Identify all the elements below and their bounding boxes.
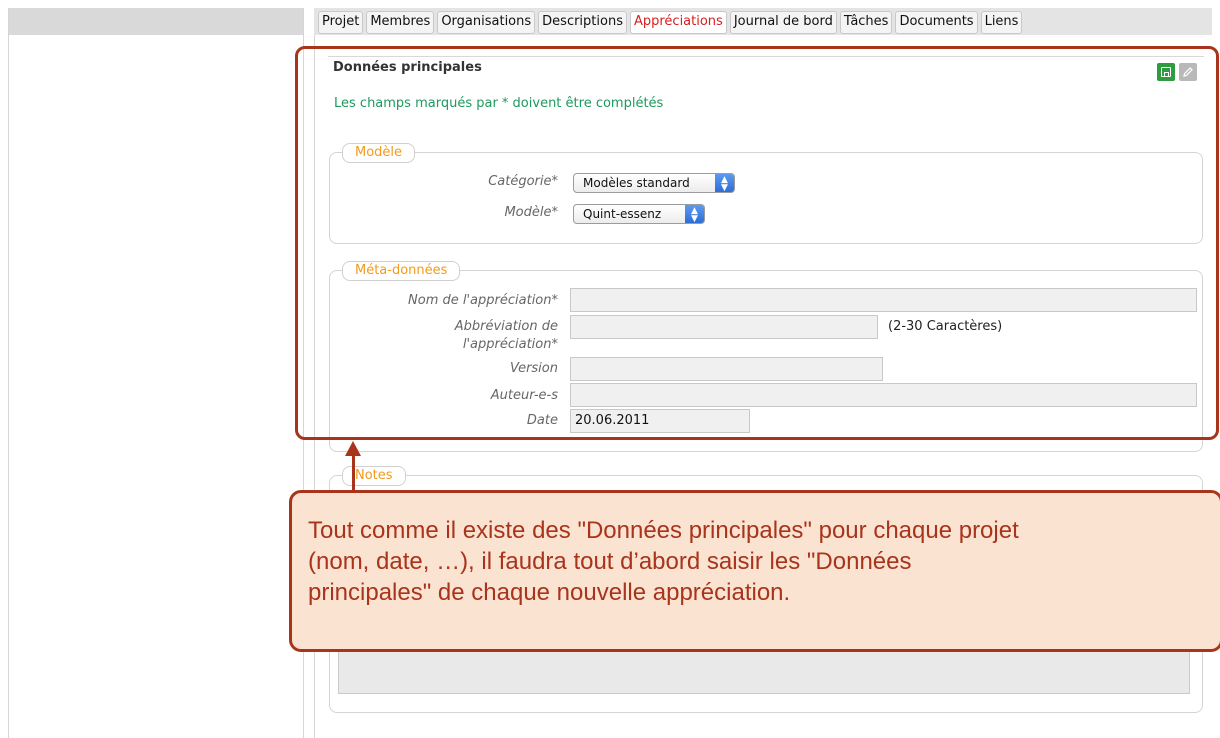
tab-projet[interactable]: Projet <box>318 11 364 34</box>
left-panel <box>8 8 304 738</box>
callout-line-1: Tout comme il existe des "Données princi… <box>308 517 1019 544</box>
tab-descriptions[interactable]: Descriptions <box>538 11 627 34</box>
tab-journal-de-bord[interactable]: Journal de bord <box>729 11 837 34</box>
left-panel-header <box>9 8 303 35</box>
callout-line-3: principales" de chaque nouvelle apprécia… <box>308 579 791 606</box>
tab-appreciations[interactable]: Appréciations <box>629 11 727 34</box>
tabs: Projet Membres Organisations Description… <box>318 11 1023 34</box>
tab-membres[interactable]: Membres <box>366 11 435 34</box>
tab-documents[interactable]: Documents <box>895 11 978 34</box>
tab-organisations[interactable]: Organisations <box>437 11 536 34</box>
tab-taches[interactable]: Tâches <box>839 11 893 34</box>
callout-pointer <box>352 454 355 492</box>
tab-liens[interactable]: Liens <box>980 11 1023 34</box>
highlight-frame <box>295 46 1219 440</box>
callout-line-2: (nom, date, …), il faudra tout d’abord s… <box>308 548 912 575</box>
callout-box: Tout comme il existe des "Données princi… <box>289 490 1220 652</box>
